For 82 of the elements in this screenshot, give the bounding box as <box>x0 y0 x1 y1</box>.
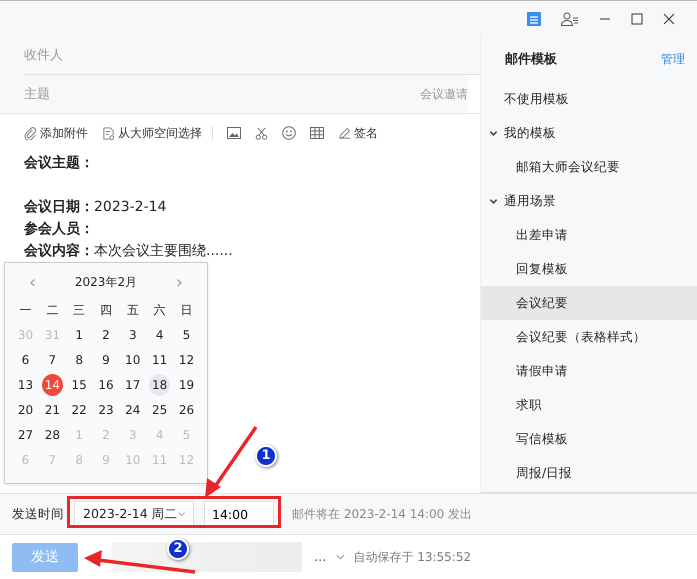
template-item[interactable]: 请假申请 <box>481 354 697 388</box>
calendar-day[interactable]: 20 <box>15 399 36 421</box>
contacts-icon[interactable] <box>561 12 579 26</box>
time-field[interactable]: 14:00 <box>204 501 274 527</box>
template-item[interactable]: 出差申请 <box>481 218 697 252</box>
calendar-day[interactable]: 7 <box>42 349 63 371</box>
calendar-day[interactable]: 13 <box>15 374 36 396</box>
calendar-day[interactable]: 5 <box>176 324 197 346</box>
calendar-day[interactable]: 23 <box>95 399 116 421</box>
body-text-line: 会议主题： <box>24 154 95 173</box>
template-item[interactable]: 求职 <box>481 388 697 422</box>
weekday-label: 二 <box>45 302 60 319</box>
step-number-badge: 1 <box>255 445 277 467</box>
weekday-label: 日 <box>179 302 194 319</box>
calendar-day[interactable]: 24 <box>122 399 144 421</box>
image-icon[interactable] <box>227 127 241 139</box>
calendar-day[interactable]: 27 <box>15 424 36 446</box>
document-icon <box>102 126 115 140</box>
pen-icon <box>338 126 351 140</box>
weekday-label: 一 <box>18 302 32 319</box>
maximize-icon[interactable] <box>631 12 643 24</box>
signature-button[interactable]: 签名 <box>338 124 378 142</box>
calendar-day[interactable]: 26 <box>176 399 197 421</box>
scissors-icon[interactable] <box>255 126 268 140</box>
calendar-day[interactable]: 16 <box>95 374 116 396</box>
attach-button[interactable]: 添加附件 <box>24 124 88 142</box>
recipient-field[interactable]: 收件人 <box>0 36 480 75</box>
calendar-day[interactable]: 28 <box>42 424 63 446</box>
calendar-day[interactable]: 19 <box>176 374 197 396</box>
weekday-label: 五 <box>126 302 140 319</box>
chevron-icon <box>489 128 498 138</box>
template-item[interactable]: 不使用模板 <box>481 82 697 116</box>
weekday-label: 六 <box>152 302 167 319</box>
calendar-day[interactable]: 2 <box>95 324 116 346</box>
body-text-line: 会议内容：本次会议主要围绕...... <box>24 242 234 261</box>
master-space-button[interactable]: 从大师空间选择 <box>102 124 202 142</box>
calendar-day[interactable]: 15 <box>68 374 90 396</box>
template-item[interactable]: 周报/日报 <box>481 456 697 490</box>
caret-icon[interactable] <box>336 554 346 560</box>
calendar-day[interactable]: 21 <box>42 399 63 421</box>
calendar-day[interactable]: 8 <box>68 349 90 371</box>
calendar-day[interactable]: 12 <box>176 349 197 371</box>
body-text-line: 参会人员： <box>24 220 95 239</box>
body-text-line: 会议日期：2023-2-14 <box>24 198 168 217</box>
subject-hint: 会议邀请 <box>420 86 468 103</box>
calendar-day[interactable]: 6 <box>15 349 36 371</box>
calendar-day[interactable]: 1 <box>68 324 90 346</box>
template-group[interactable]: 我的模板 <box>481 116 697 150</box>
template-item[interactable]: 回复模板 <box>481 252 697 286</box>
emoji-icon[interactable] <box>282 126 296 140</box>
chevron-icon <box>489 196 498 206</box>
template-icon[interactable] <box>527 12 541 26</box>
weekday-label: 三 <box>72 302 86 319</box>
autosave-status: 自动保存于 13:55:52 <box>353 548 472 566</box>
sidebar-title: 邮件模板 <box>505 51 557 68</box>
more-button[interactable]: ... <box>314 550 326 564</box>
calendar-day[interactable]: 4 <box>149 324 170 346</box>
send-time-label: 发送时间 <box>12 506 64 522</box>
calendar-title: 2023年2月 <box>74 274 138 290</box>
calendar-day[interactable]: 14 <box>42 374 63 396</box>
calendar-day[interactable]: 10 <box>122 349 144 371</box>
paperclip-icon <box>24 126 37 140</box>
template-item[interactable]: 邮箱大师会议纪要 <box>481 150 697 184</box>
calendar-day[interactable]: 9 <box>95 349 116 371</box>
date-dropdown[interactable]: 2023-2-14 周二 <box>74 501 194 527</box>
calendar-day[interactable]: 22 <box>68 399 90 421</box>
template-item[interactable]: 写信模板 <box>481 422 697 456</box>
annotation-arrow <box>205 426 258 498</box>
calendar-day[interactable]: 11 <box>149 349 170 371</box>
calendar-day[interactable]: 3 <box>122 324 144 346</box>
calendar-day[interactable]: 17 <box>122 374 144 396</box>
send-time-note: 邮件将在 2023-2-14 14:00 发出 <box>292 506 472 522</box>
table-icon[interactable] <box>310 127 324 139</box>
close-icon[interactable] <box>663 12 675 24</box>
caret-icon <box>178 511 185 517</box>
manage-link[interactable]: 管理 <box>661 50 685 68</box>
weekday-label: 四 <box>98 302 113 319</box>
template-item[interactable]: 会议纪要 <box>481 286 697 320</box>
template-group[interactable]: 通用场景 <box>481 184 697 218</box>
calendar-day[interactable]: 18 <box>149 374 170 396</box>
template-item[interactable]: 会议纪要（表格样式） <box>481 320 697 354</box>
calendar-day[interactable]: 25 <box>149 399 170 421</box>
